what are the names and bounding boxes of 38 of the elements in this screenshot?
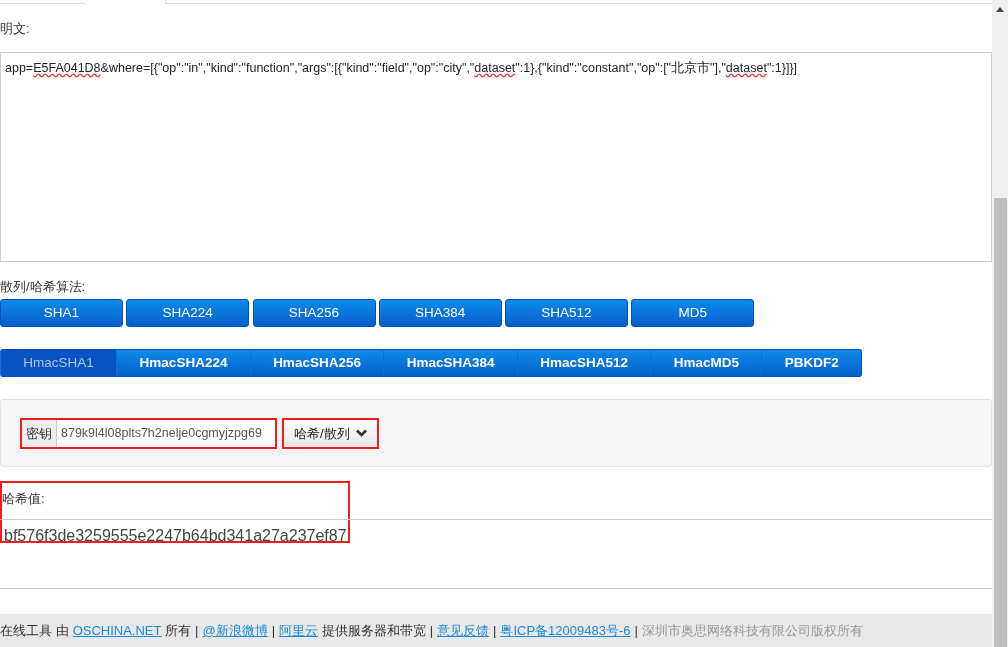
hmac-tab[interactable]: PBKDF2 [761,349,863,378]
scrollbar-thumb[interactable] [993,198,1007,647]
footer-link[interactable]: 意见反馈 [437,620,490,641]
hash-dropdown-button[interactable]: 哈希/散列 [282,417,379,449]
footer-text: | [271,621,276,640]
hmac-tab[interactable]: HmacSHA384 [383,349,518,378]
scroll-up-icon[interactable] [996,7,1004,12]
footer-link[interactable]: OSCHINA.NET [72,620,162,641]
chevron-down-icon [355,429,367,438]
hmac-tab[interactable]: HmacSHA1 [0,349,118,378]
plaintext-field[interactable]: app=E5FA041D8&where=[{"op":"in","kind":"function","args":[{"kind":"field","op":"city","dataset":1},{"kind":"constant","op":["北京市"],"dataset":1}]}] [0,52,992,262]
key-label: 密钥 [22,419,57,447]
footer-text: 深圳市奥思网络科技有限公司版权所有 [641,621,863,640]
key-field[interactable]: 879k9l4l08plts7h2nelje0cgmyjzpg69 [57,419,275,447]
hash-button[interactable]: SHA1 [0,299,123,328]
footer-text: | [493,621,497,640]
result-field[interactable]: bf576f3de3259555e2247b64bd341a27a237ef87 [0,519,992,590]
hash-button[interactable]: SHA512 [505,299,628,328]
plaintext-label: 明文: [0,20,31,38]
hmac-tab[interactable]: HmacSHA224 [116,349,251,378]
footer-text: | [634,621,638,640]
footer-link[interactable]: 阿里云 [279,620,319,641]
algorithm-label: 散列/哈希算法: [0,278,87,296]
hash-button[interactable]: MD5 [631,299,755,328]
hmac-tab[interactable]: HmacSHA512 [516,349,652,378]
hash-button[interactable]: SHA224 [126,299,250,328]
hmac-tab[interactable]: HmacSHA256 [249,349,385,378]
footer-text: 所有 | [165,621,199,640]
hash-value: bf576f3de3259555e2247b64bd341a27a237ef87 [4,527,347,545]
scrollbar[interactable] [992,0,1008,647]
footer-text: 提供服务器和带宽 | [322,621,434,640]
hash-button[interactable]: SHA384 [378,299,502,328]
footer-link[interactable]: 粤ICP备12009483号-6 [500,620,631,641]
result-label: 哈希值: [2,490,46,509]
hmac-tab[interactable]: HmacMD5 [650,349,763,378]
footer-link[interactable]: @新浪微博 [202,620,268,641]
footer-text: 在线工具 由 [0,621,69,640]
hash-button[interactable]: SHA256 [252,299,376,328]
